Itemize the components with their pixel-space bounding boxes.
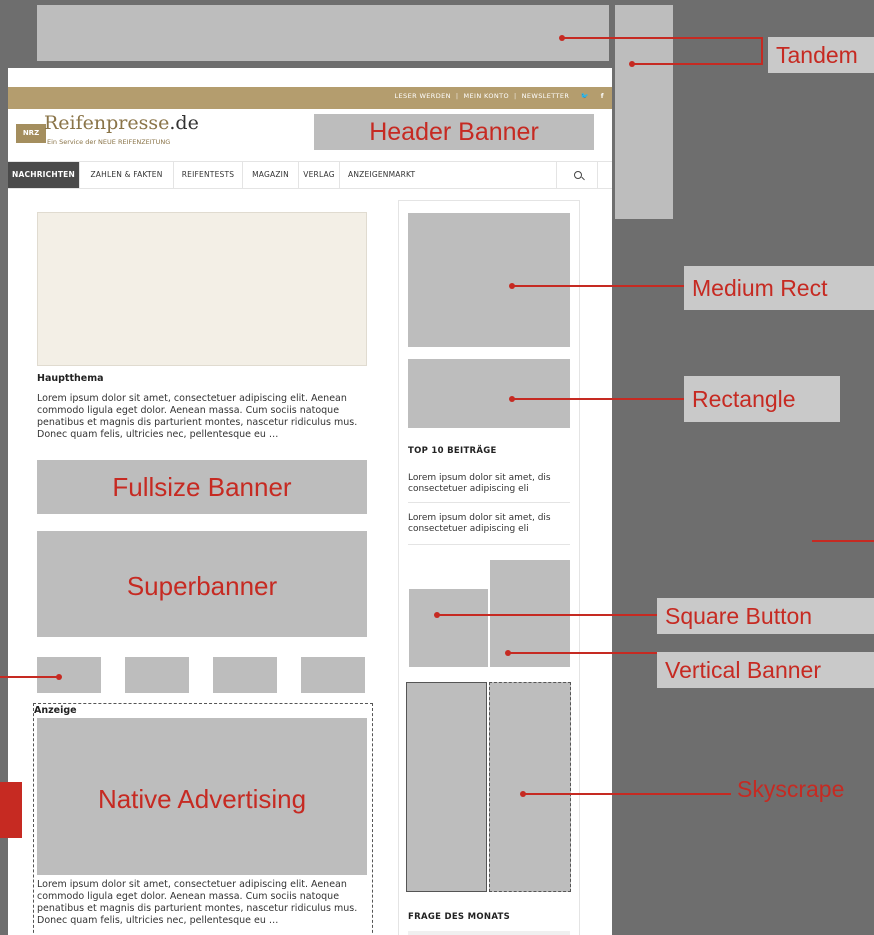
red-marker	[0, 782, 22, 838]
rectangle	[408, 359, 570, 428]
poll-heading: FRAGE DES MONATS	[408, 912, 511, 922]
website-mockup: LESER WERDEN | MEIN KONTO | NEWSLETTER 🐦 f N…	[8, 68, 612, 935]
small-banner-3	[213, 657, 277, 693]
small-banner-2	[125, 657, 189, 693]
small-banner-1	[37, 657, 101, 693]
medium-rectangle	[408, 213, 570, 347]
facebook-icon[interactable]: f	[601, 92, 604, 100]
top10-item-1[interactable]: Lorem ipsum dolor sit amet, dis consecte…	[408, 473, 568, 495]
search-icon[interactable]	[556, 162, 598, 188]
medium-rect-dot	[509, 283, 515, 289]
vertical-banner-callout: Vertical Banner	[657, 652, 874, 688]
square-button-callout: Square Button	[657, 598, 874, 634]
nav-zahlen-fakten[interactable]: ZAHLEN & FAKTEN	[80, 162, 174, 188]
skyscraper-right	[489, 682, 571, 892]
poll-box	[408, 931, 570, 935]
rectangle-dot	[509, 396, 515, 402]
tandem-leader-side	[632, 63, 762, 65]
top10-divider-2	[408, 544, 570, 545]
logo-tld: .de	[169, 112, 199, 134]
medium-rect-leader	[512, 285, 684, 287]
rectangle-leader	[512, 398, 684, 400]
tandem-dot-side	[629, 61, 635, 67]
small-banner-4	[301, 657, 365, 693]
top10-divider	[408, 502, 570, 503]
square-button	[409, 589, 488, 667]
link-mein-konto[interactable]: MEIN KONTO	[463, 92, 509, 100]
vertical-banner-dot	[505, 650, 511, 656]
tandem-callout: Tandem	[768, 37, 874, 73]
rectangle-callout: Rectangle	[684, 376, 840, 422]
logo-name: Reifenpresse	[44, 112, 170, 134]
top10-item-2[interactable]: Lorem ipsum dolor sit amet, dis consecte…	[408, 513, 568, 535]
tandem-leader-join	[761, 37, 763, 65]
hero-image[interactable]	[37, 212, 367, 366]
skyscraper-dot	[520, 791, 526, 797]
native-ad-label: Native Advertising	[97, 784, 307, 814]
top-links: LESER WERDEN | MEIN KONTO | NEWSLETTER 🐦 f	[394, 92, 604, 100]
nav-anzeigenmarkt[interactable]: ANZEIGENMARKT	[340, 162, 556, 188]
superbanner-label: Superbanner	[126, 571, 278, 601]
vertical-banner-leader	[508, 652, 657, 654]
right-panel-leader	[812, 540, 874, 542]
small-banner-dot	[56, 674, 62, 680]
main-nav: NACHRICHTEN ZAHLEN & FAKTEN REIFENTESTS …	[8, 161, 612, 189]
skyscraper-left	[406, 682, 487, 892]
nav-magazin[interactable]: MAGAZIN	[243, 162, 299, 188]
top-bar: LESER WERDEN | MEIN KONTO | NEWSLETTER 🐦 f	[8, 87, 612, 109]
medium-rectangle-callout: Medium Rect	[684, 266, 874, 310]
nav-reifentests[interactable]: REIFENTESTS	[174, 162, 243, 188]
top10-heading: TOP 10 BEITRÄGE	[408, 446, 497, 456]
link-newsletter[interactable]: NEWSLETTER	[522, 92, 570, 100]
tandem-leader-top	[562, 37, 762, 39]
main-heading[interactable]: Hauptthema	[37, 373, 104, 384]
skyscraper-callout: Skyscrape	[737, 776, 845, 802]
nav-nachrichten[interactable]: NACHRICHTEN	[8, 162, 80, 188]
link-leser-werden[interactable]: LESER WERDEN	[395, 92, 451, 100]
header-banner-label: Header Banner	[369, 118, 539, 146]
twitter-icon[interactable]: 🐦	[581, 92, 590, 100]
tandem-dot-top	[559, 35, 565, 41]
small-banner-leader	[0, 676, 58, 678]
square-button-leader	[437, 614, 657, 616]
ad-label: Anzeige	[34, 705, 81, 716]
logo-tagline: Ein Service der NEUE REIFENZEITUNG	[47, 138, 171, 146]
fullsize-banner-label: Fullsize Banner	[112, 472, 292, 502]
square-button-dot	[434, 612, 440, 618]
logo-mark[interactable]: NRZ	[16, 124, 46, 143]
main-teaser: Lorem ipsum dolor sit amet, consectetuer…	[37, 393, 358, 440]
nav-verlag[interactable]: VERLAG	[299, 162, 340, 188]
skyscraper-leader	[523, 793, 731, 795]
tandem-top-banner	[37, 5, 609, 61]
logo[interactable]: Reifenpresse.de	[44, 112, 199, 134]
native-ad-text: Lorem ipsum dolor sit amet, consectetuer…	[37, 879, 358, 926]
